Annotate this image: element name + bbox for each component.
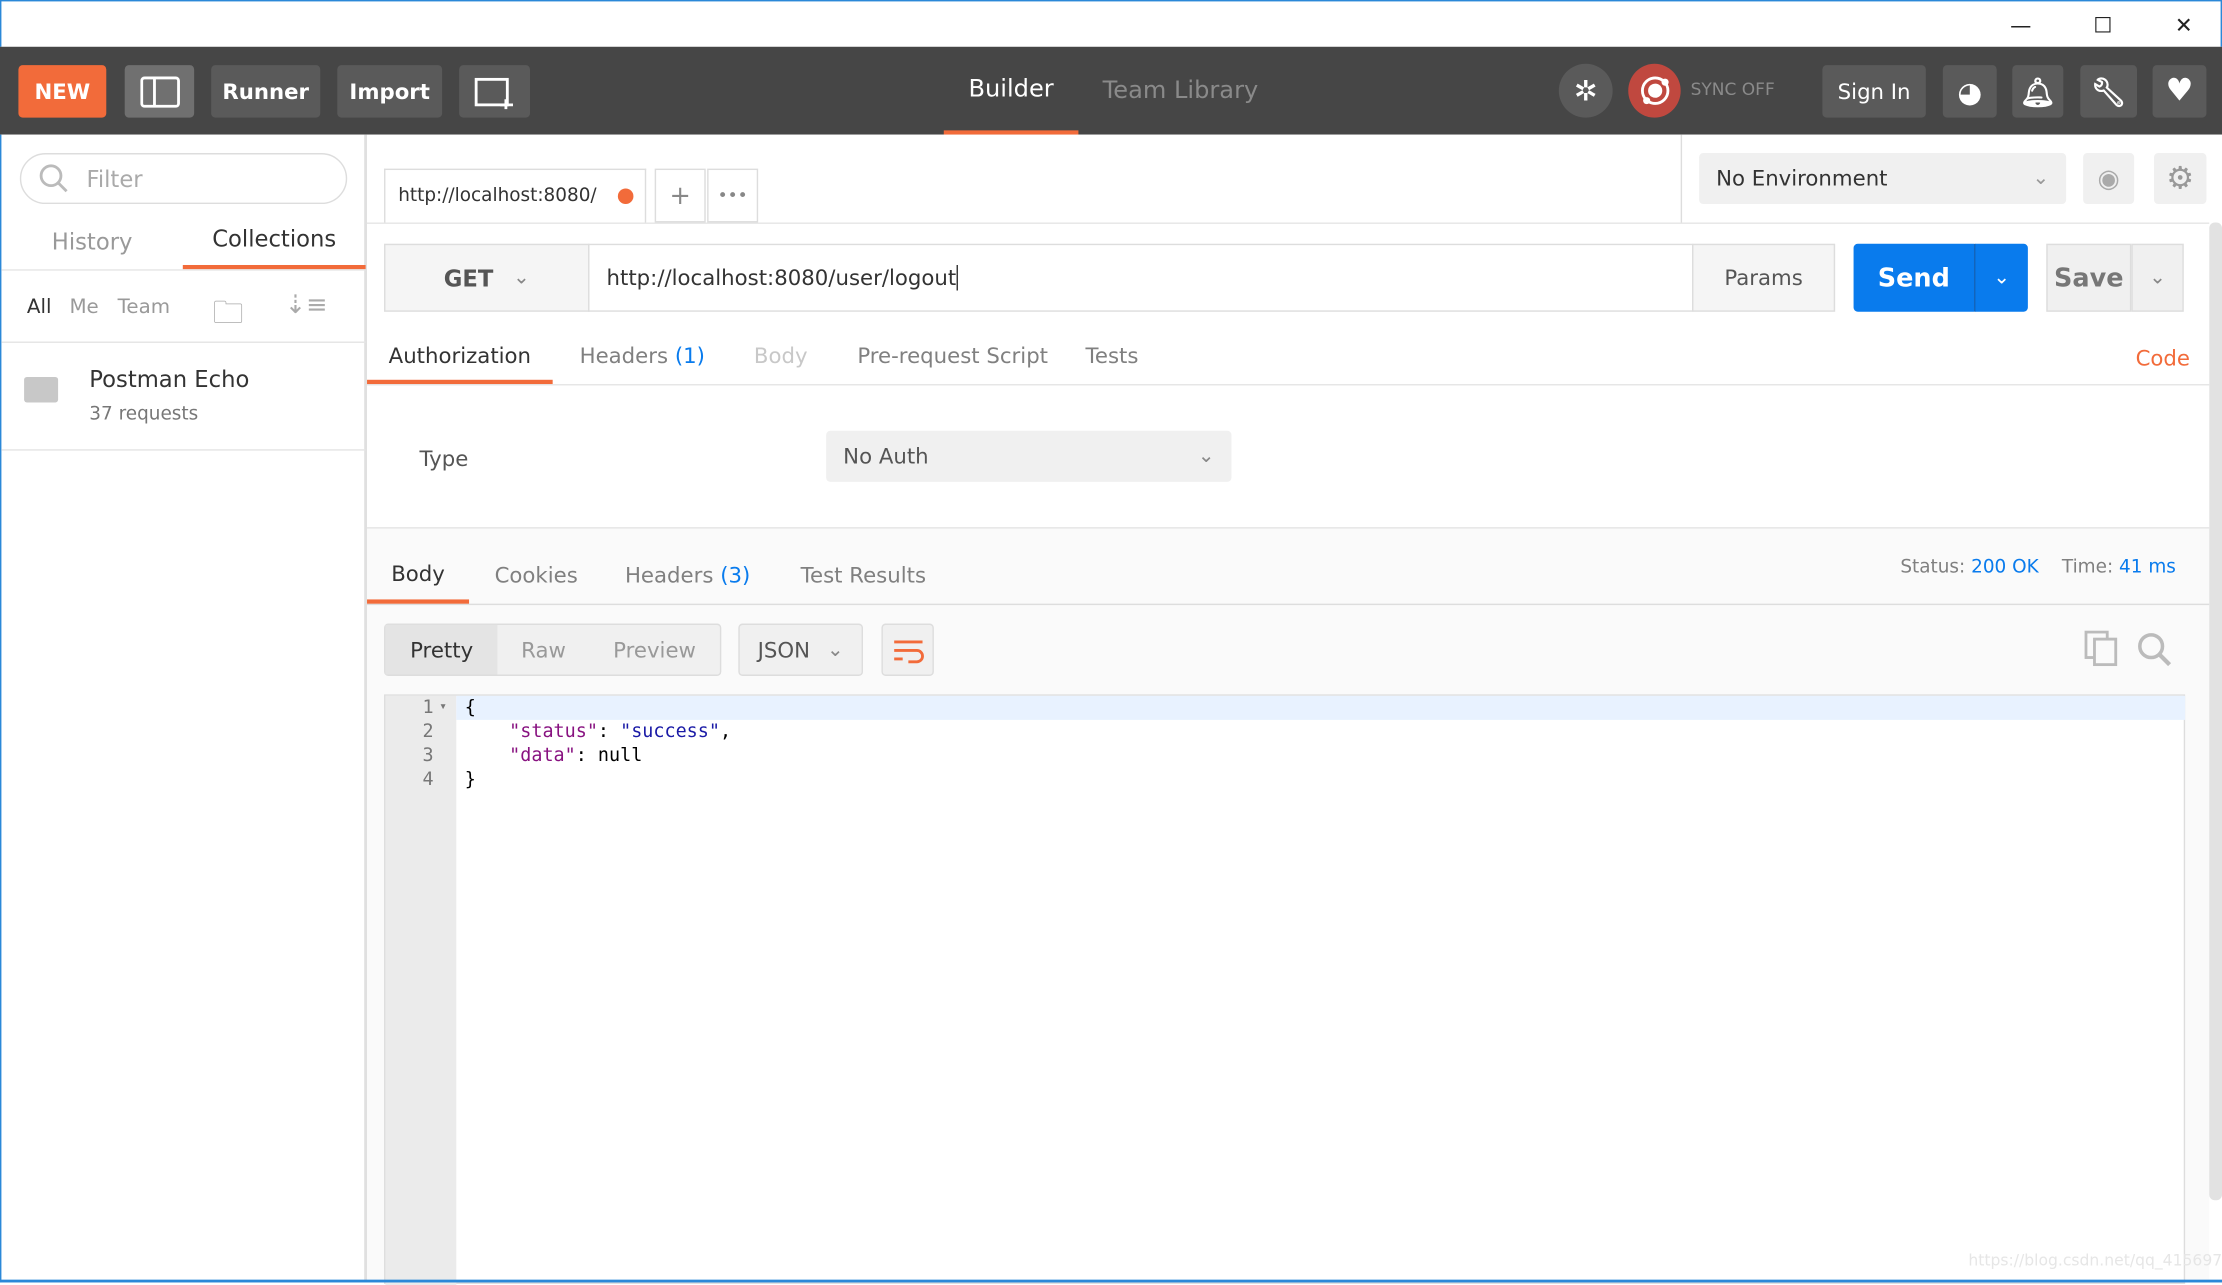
- chevron-down-icon: ⌄: [513, 266, 530, 290]
- send-options-button[interactable]: ⌄: [1974, 243, 2028, 312]
- request-tab-title: http://localhost:8080/: [398, 185, 597, 207]
- view-preview[interactable]: Preview: [589, 625, 720, 675]
- code-line: 2 "status": "success",: [422, 721, 732, 743]
- fold-icon[interactable]: ▾: [439, 696, 447, 720]
- maximize-button[interactable]: ☐: [2075, 7, 2132, 44]
- response-status: Status: 200 OK: [1900, 556, 2039, 579]
- folder-icon: [24, 376, 59, 403]
- method-select[interactable]: GET ⌄: [384, 243, 590, 312]
- request-tab[interactable]: http://localhost:8080/: [384, 168, 647, 223]
- interceptor-icon[interactable]: ✲: [1558, 63, 1613, 118]
- bell-icon[interactable]: 🔔︎: [2012, 65, 2064, 118]
- gear-icon[interactable]: ⚙: [2153, 153, 2207, 205]
- send-button[interactable]: Send: [1853, 243, 1975, 312]
- title-bar: — ☐ ✕: [0, 0, 2222, 47]
- url-input[interactable]: http://localhost:8080/user/logout: [588, 243, 1694, 312]
- response-tab-headers[interactable]: Headers (3): [625, 563, 750, 589]
- view-raw[interactable]: Raw: [498, 625, 589, 675]
- top-toolbar: NEW Runner Import Builder Team Library ✲…: [0, 46, 2222, 135]
- close-button[interactable]: ✕: [2155, 7, 2212, 44]
- wrap-lines-button[interactable]: [881, 623, 934, 676]
- copy-icon[interactable]: [2084, 630, 2119, 674]
- response-time: Time: 41 ms: [2061, 556, 2176, 579]
- wrench-icon[interactable]: 🔧︎: [2080, 65, 2137, 118]
- line-number: 3: [422, 745, 434, 767]
- view-pretty[interactable]: Pretty: [385, 624, 498, 675]
- filter-placeholder: Filter: [86, 165, 143, 193]
- heart-icon[interactable]: ♥: [2152, 65, 2207, 118]
- runner-button[interactable]: Runner: [211, 65, 321, 118]
- view-mode-group: Pretty Raw Preview: [384, 623, 722, 676]
- tab-headers[interactable]: Headers (1): [580, 343, 705, 369]
- sort-icon[interactable]: ⇣≡: [285, 291, 328, 321]
- sidebar: Filter History Collections All Me Team 🗀…: [0, 134, 368, 1283]
- params-button[interactable]: Params: [1692, 243, 1836, 312]
- minimize-button[interactable]: —: [1992, 7, 2049, 44]
- tab-options-button[interactable]: •••: [707, 168, 759, 223]
- tab-tests[interactable]: Tests: [1085, 343, 1138, 369]
- code-line: 4}: [422, 769, 476, 791]
- wrap-icon: [893, 639, 924, 663]
- tab-history[interactable]: History: [1, 213, 182, 270]
- code-line: 1 ▾{: [422, 696, 476, 720]
- search-icon[interactable]: [2136, 631, 2173, 674]
- collection-item[interactable]: Postman Echo 37 requests: [1, 354, 366, 451]
- new-collection-icon[interactable]: 🗀: [213, 289, 244, 343]
- scrollbar[interactable]: [2209, 222, 2222, 1201]
- sidebar-icon: [139, 75, 180, 107]
- collection-name: Postman Echo: [89, 365, 250, 393]
- code-line: 3 "data": null: [422, 745, 643, 767]
- globe-icon[interactable]: ◕: [1942, 65, 1997, 118]
- filter-team[interactable]: Team: [118, 296, 170, 319]
- tab-pre-request-script[interactable]: Pre-request Script: [857, 343, 1048, 369]
- method-value: GET: [443, 264, 494, 292]
- environment-select[interactable]: No Environment ⌄: [1699, 153, 2067, 205]
- format-select[interactable]: JSON ⌄: [738, 623, 864, 676]
- chevron-down-icon: ⌄: [827, 638, 844, 662]
- unsaved-dot-icon: [617, 188, 634, 205]
- response-body-editor[interactable]: 1 ▾{2 "status": "success", 3 "data": null 4…: [384, 694, 2186, 1285]
- tab-builder[interactable]: Builder: [943, 47, 1079, 135]
- line-number: 2: [422, 721, 434, 743]
- auth-type-value: No Auth: [843, 443, 929, 470]
- save-button[interactable]: Save: [2046, 243, 2132, 312]
- line-number: 1: [422, 697, 434, 719]
- import-button[interactable]: Import: [337, 65, 443, 118]
- environment-value: No Environment: [1716, 165, 1888, 192]
- new-window-button[interactable]: [459, 65, 530, 118]
- response-tab-body[interactable]: Body: [367, 548, 470, 604]
- collection-count: 37 requests: [89, 403, 199, 426]
- new-window-icon: [474, 77, 513, 109]
- response-tab-cookies[interactable]: Cookies: [495, 563, 578, 589]
- filter-me[interactable]: Me: [69, 296, 98, 319]
- tab-body[interactable]: Body: [754, 343, 808, 369]
- tab-team-library[interactable]: Team Library: [1094, 47, 1267, 135]
- sign-in-button[interactable]: Sign In: [1822, 65, 1926, 118]
- watermark: https://blog.csdn.net/qq_41569732: [1968, 1251, 2222, 1270]
- new-button[interactable]: NEW: [18, 65, 107, 118]
- sidebar-toggle-button[interactable]: [124, 65, 195, 118]
- save-options-button[interactable]: ⌄: [2131, 243, 2184, 312]
- eye-icon[interactable]: ◉: [2083, 153, 2135, 205]
- sync-status: SYNC OFF: [1690, 79, 1775, 100]
- response-panel: Body Cookies Headers (3) Test Results St…: [367, 527, 2210, 1285]
- line-number: 4: [422, 769, 434, 791]
- auth-type-label: Type: [419, 446, 469, 472]
- filter-input[interactable]: Filter: [19, 153, 348, 205]
- response-tab-test-results[interactable]: Test Results: [801, 563, 926, 589]
- chevron-down-icon: ⌄: [1197, 444, 1215, 468]
- auth-type-select[interactable]: No Auth ⌄: [826, 430, 1232, 482]
- code-link[interactable]: Code: [2136, 346, 2190, 372]
- tab-authorization[interactable]: Authorization: [367, 330, 553, 385]
- sync-icon[interactable]: [1628, 63, 1681, 118]
- chevron-down-icon: ⌄: [2032, 167, 2050, 190]
- main-panel: http://localhost:8080/ + ••• No Environm…: [367, 134, 2222, 1285]
- add-tab-button[interactable]: +: [654, 168, 706, 223]
- filter-all[interactable]: All: [27, 296, 52, 319]
- tab-collections[interactable]: Collections: [182, 213, 366, 270]
- search-icon: [39, 164, 68, 193]
